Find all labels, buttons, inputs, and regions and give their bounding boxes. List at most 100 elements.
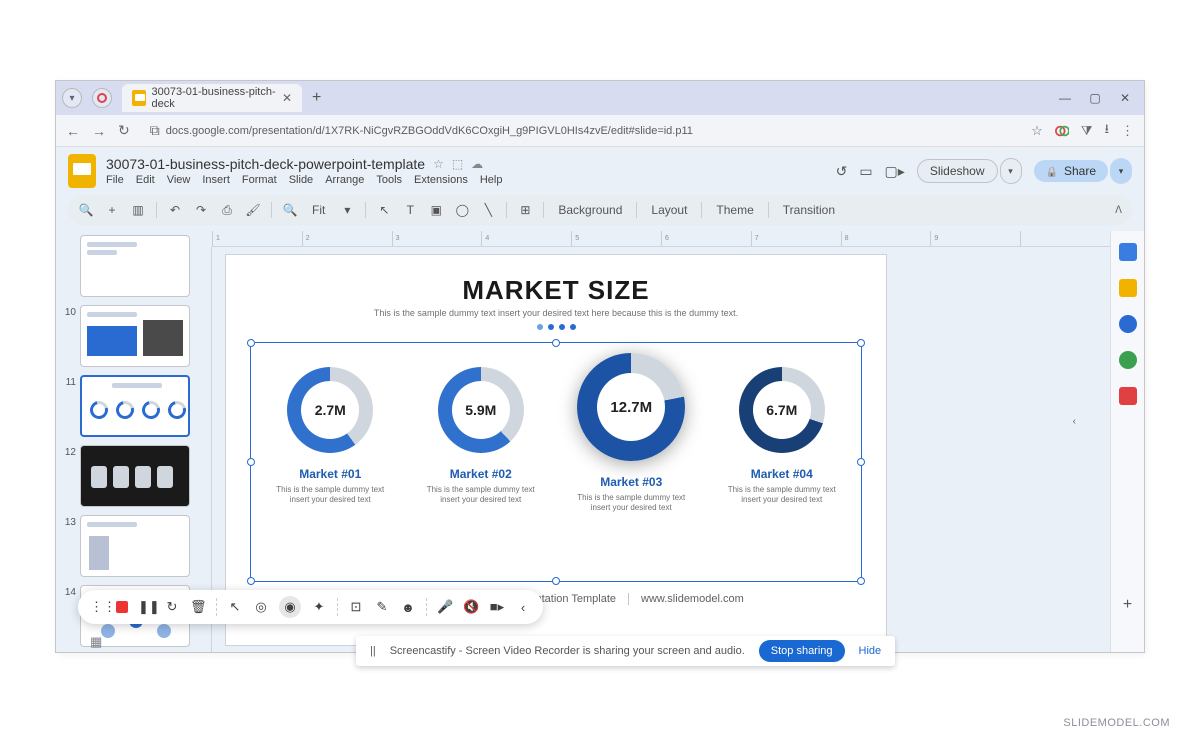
history-icon[interactable]: ↺: [836, 163, 848, 180]
slide-thumb[interactable]: [80, 515, 190, 577]
close-tab-icon[interactable]: ✕: [282, 91, 292, 105]
nav-reload-icon[interactable]: ↻: [118, 122, 130, 139]
market-block-4[interactable]: 6.7M Market #04 This is the sample dummy…: [721, 367, 844, 573]
image-icon[interactable]: ▣: [428, 203, 444, 217]
tasks-icon[interactable]: [1119, 315, 1137, 333]
transition-button[interactable]: Transition: [779, 203, 839, 217]
expand-sidepanel-icon[interactable]: ‹: [1073, 416, 1076, 427]
cloud-status-icon[interactable]: ☁: [471, 157, 483, 171]
canvas-area[interactable]: 123456789 MARKET SIZE This is the sample…: [196, 231, 1110, 652]
delete-icon[interactable]: 🗑: [190, 599, 206, 615]
keep-icon[interactable]: [1119, 279, 1137, 297]
search-menus-icon[interactable]: 🔍: [78, 203, 94, 217]
background-button[interactable]: Background: [554, 203, 626, 217]
move-folder-icon[interactable]: ⬚: [452, 157, 463, 171]
pause-icon[interactable]: ❚❚: [138, 599, 154, 615]
textbox-icon[interactable]: T: [402, 203, 418, 217]
extensions-icon[interactable]: ⧩: [1081, 123, 1093, 139]
layout-button[interactable]: Layout: [647, 203, 691, 217]
slide-title[interactable]: MARKET SIZE: [250, 275, 862, 306]
contacts-icon[interactable]: [1119, 351, 1137, 369]
browser-tab[interactable]: 30073-01-business-pitch-deck ✕: [122, 84, 302, 112]
undo-icon[interactable]: ↶: [167, 203, 183, 217]
calendar-icon[interactable]: [1119, 243, 1137, 261]
slide-panel[interactable]: 10 11 12 13 14: [56, 231, 196, 652]
site-info-icon[interactable]: ⧉: [150, 122, 160, 139]
stop-sharing-button[interactable]: Stop sharing: [759, 640, 845, 662]
menu-file[interactable]: File: [106, 174, 124, 186]
drag-handle-icon[interactable]: ⋮⋮: [90, 599, 106, 615]
market-block-1[interactable]: 2.7M Market #01 This is the sample dummy…: [269, 367, 392, 573]
minimize-button[interactable]: —: [1058, 91, 1072, 105]
url-field[interactable]: ⧉ docs.google.com/presentation/d/1X7RK-N…: [142, 120, 1019, 142]
slide-canvas[interactable]: MARKET SIZE This is the sample dummy tex…: [226, 255, 886, 645]
menu-extensions[interactable]: Extensions: [414, 174, 468, 186]
menu-view[interactable]: View: [167, 174, 191, 186]
close-window-button[interactable]: ✕: [1118, 91, 1132, 105]
spotlight-icon[interactable]: ◉: [279, 596, 301, 618]
menu-arrange[interactable]: Arrange: [325, 174, 364, 186]
screencast-toolbar[interactable]: ⋮⋮ ❚❚ ↻ 🗑 ↖ ◎ ◉ ✦ ⊡ ✎ ☻ 🎤 🔇 ■▸ ‹: [78, 590, 543, 624]
paint-format-icon[interactable]: 🖌: [245, 203, 261, 217]
zoom-dropdown-icon[interactable]: ▾: [339, 203, 355, 217]
tab-search-icon[interactable]: ▾: [62, 88, 82, 108]
meet-icon[interactable]: ▢▸: [885, 163, 905, 180]
maps-icon[interactable]: [1119, 387, 1137, 405]
hide-banner-link[interactable]: Hide: [859, 645, 882, 657]
menu-tools[interactable]: Tools: [376, 174, 402, 186]
selection-frame[interactable]: 2.7M Market #01 This is the sample dummy…: [250, 342, 862, 582]
redo-icon[interactable]: ↷: [193, 203, 209, 217]
screencastify-ext-icon[interactable]: [1055, 124, 1069, 138]
market-block-3[interactable]: 12.7M Market #03 This is the sample dumm…: [570, 353, 693, 573]
click-highlight-icon[interactable]: ◎: [253, 599, 269, 615]
market-block-2[interactable]: 5.9M Market #02 This is the sample dummy…: [420, 367, 543, 573]
grid-view-icon[interactable]: ▦: [90, 634, 102, 650]
star-icon[interactable]: ☆: [433, 157, 444, 171]
select-tool-icon[interactable]: ↖: [376, 203, 392, 217]
print-icon[interactable]: ⎙: [219, 203, 235, 218]
menu-slide[interactable]: Slide: [289, 174, 313, 186]
browser-menu-icon[interactable]: ⋮: [1121, 123, 1134, 139]
doc-title[interactable]: 30073-01-business-pitch-deck-powerpoint-…: [106, 156, 425, 172]
webcam-icon[interactable]: ■▸: [489, 599, 505, 615]
slide-subtitle[interactable]: This is the sample dummy text insert you…: [250, 308, 862, 318]
slide-thumb[interactable]: [80, 235, 190, 297]
menu-format[interactable]: Format: [242, 174, 277, 186]
nav-back-icon[interactable]: ←: [66, 123, 80, 139]
slideshow-dropdown[interactable]: ▾: [1000, 158, 1022, 184]
line-icon[interactable]: ╲: [480, 203, 496, 217]
menu-edit[interactable]: Edit: [136, 174, 155, 186]
emoji-icon[interactable]: ☻: [400, 600, 416, 615]
stop-record-icon[interactable]: [116, 601, 128, 613]
new-tab-button[interactable]: +: [312, 89, 321, 107]
bookmark-icon[interactable]: ☆: [1031, 123, 1043, 139]
downloads-icon[interactable]: ⭳: [1104, 120, 1109, 142]
comments-icon[interactable]: ▭: [859, 163, 872, 180]
slide-thumb[interactable]: [80, 445, 190, 507]
pen-icon[interactable]: ⊡: [348, 599, 364, 615]
audio-off-icon[interactable]: 🔇: [463, 599, 479, 615]
slide-thumb-selected[interactable]: [80, 375, 190, 437]
new-slide-layout-icon[interactable]: ▥: [130, 203, 146, 217]
collapse-bar-icon[interactable]: ‹: [515, 600, 531, 615]
shape-icon[interactable]: ◯: [454, 203, 470, 217]
theme-button[interactable]: Theme: [712, 203, 757, 217]
comment-add-icon[interactable]: ⊞: [517, 203, 533, 217]
eraser-icon[interactable]: ✎: [374, 599, 390, 615]
menu-insert[interactable]: Insert: [202, 174, 230, 186]
slides-logo-icon[interactable]: [68, 154, 96, 188]
new-slide-icon[interactable]: +: [104, 203, 120, 217]
zoom-icon[interactable]: 🔍: [282, 203, 298, 217]
cursor-icon[interactable]: ↖: [227, 599, 243, 615]
recording-icon[interactable]: [92, 88, 112, 108]
menu-help[interactable]: Help: [480, 174, 503, 186]
slideshow-button[interactable]: Slideshow: [917, 159, 998, 183]
mic-icon[interactable]: 🎤: [437, 599, 453, 615]
collapse-toolbar-icon[interactable]: ᐱ: [1115, 205, 1122, 216]
maximize-button[interactable]: ▢: [1088, 91, 1102, 105]
share-dropdown[interactable]: ▾: [1110, 158, 1132, 184]
nav-forward-icon[interactable]: →: [92, 123, 106, 139]
confetti-icon[interactable]: ✦: [311, 599, 327, 615]
restart-icon[interactable]: ↻: [164, 599, 180, 615]
addons-icon[interactable]: +: [1123, 596, 1132, 614]
